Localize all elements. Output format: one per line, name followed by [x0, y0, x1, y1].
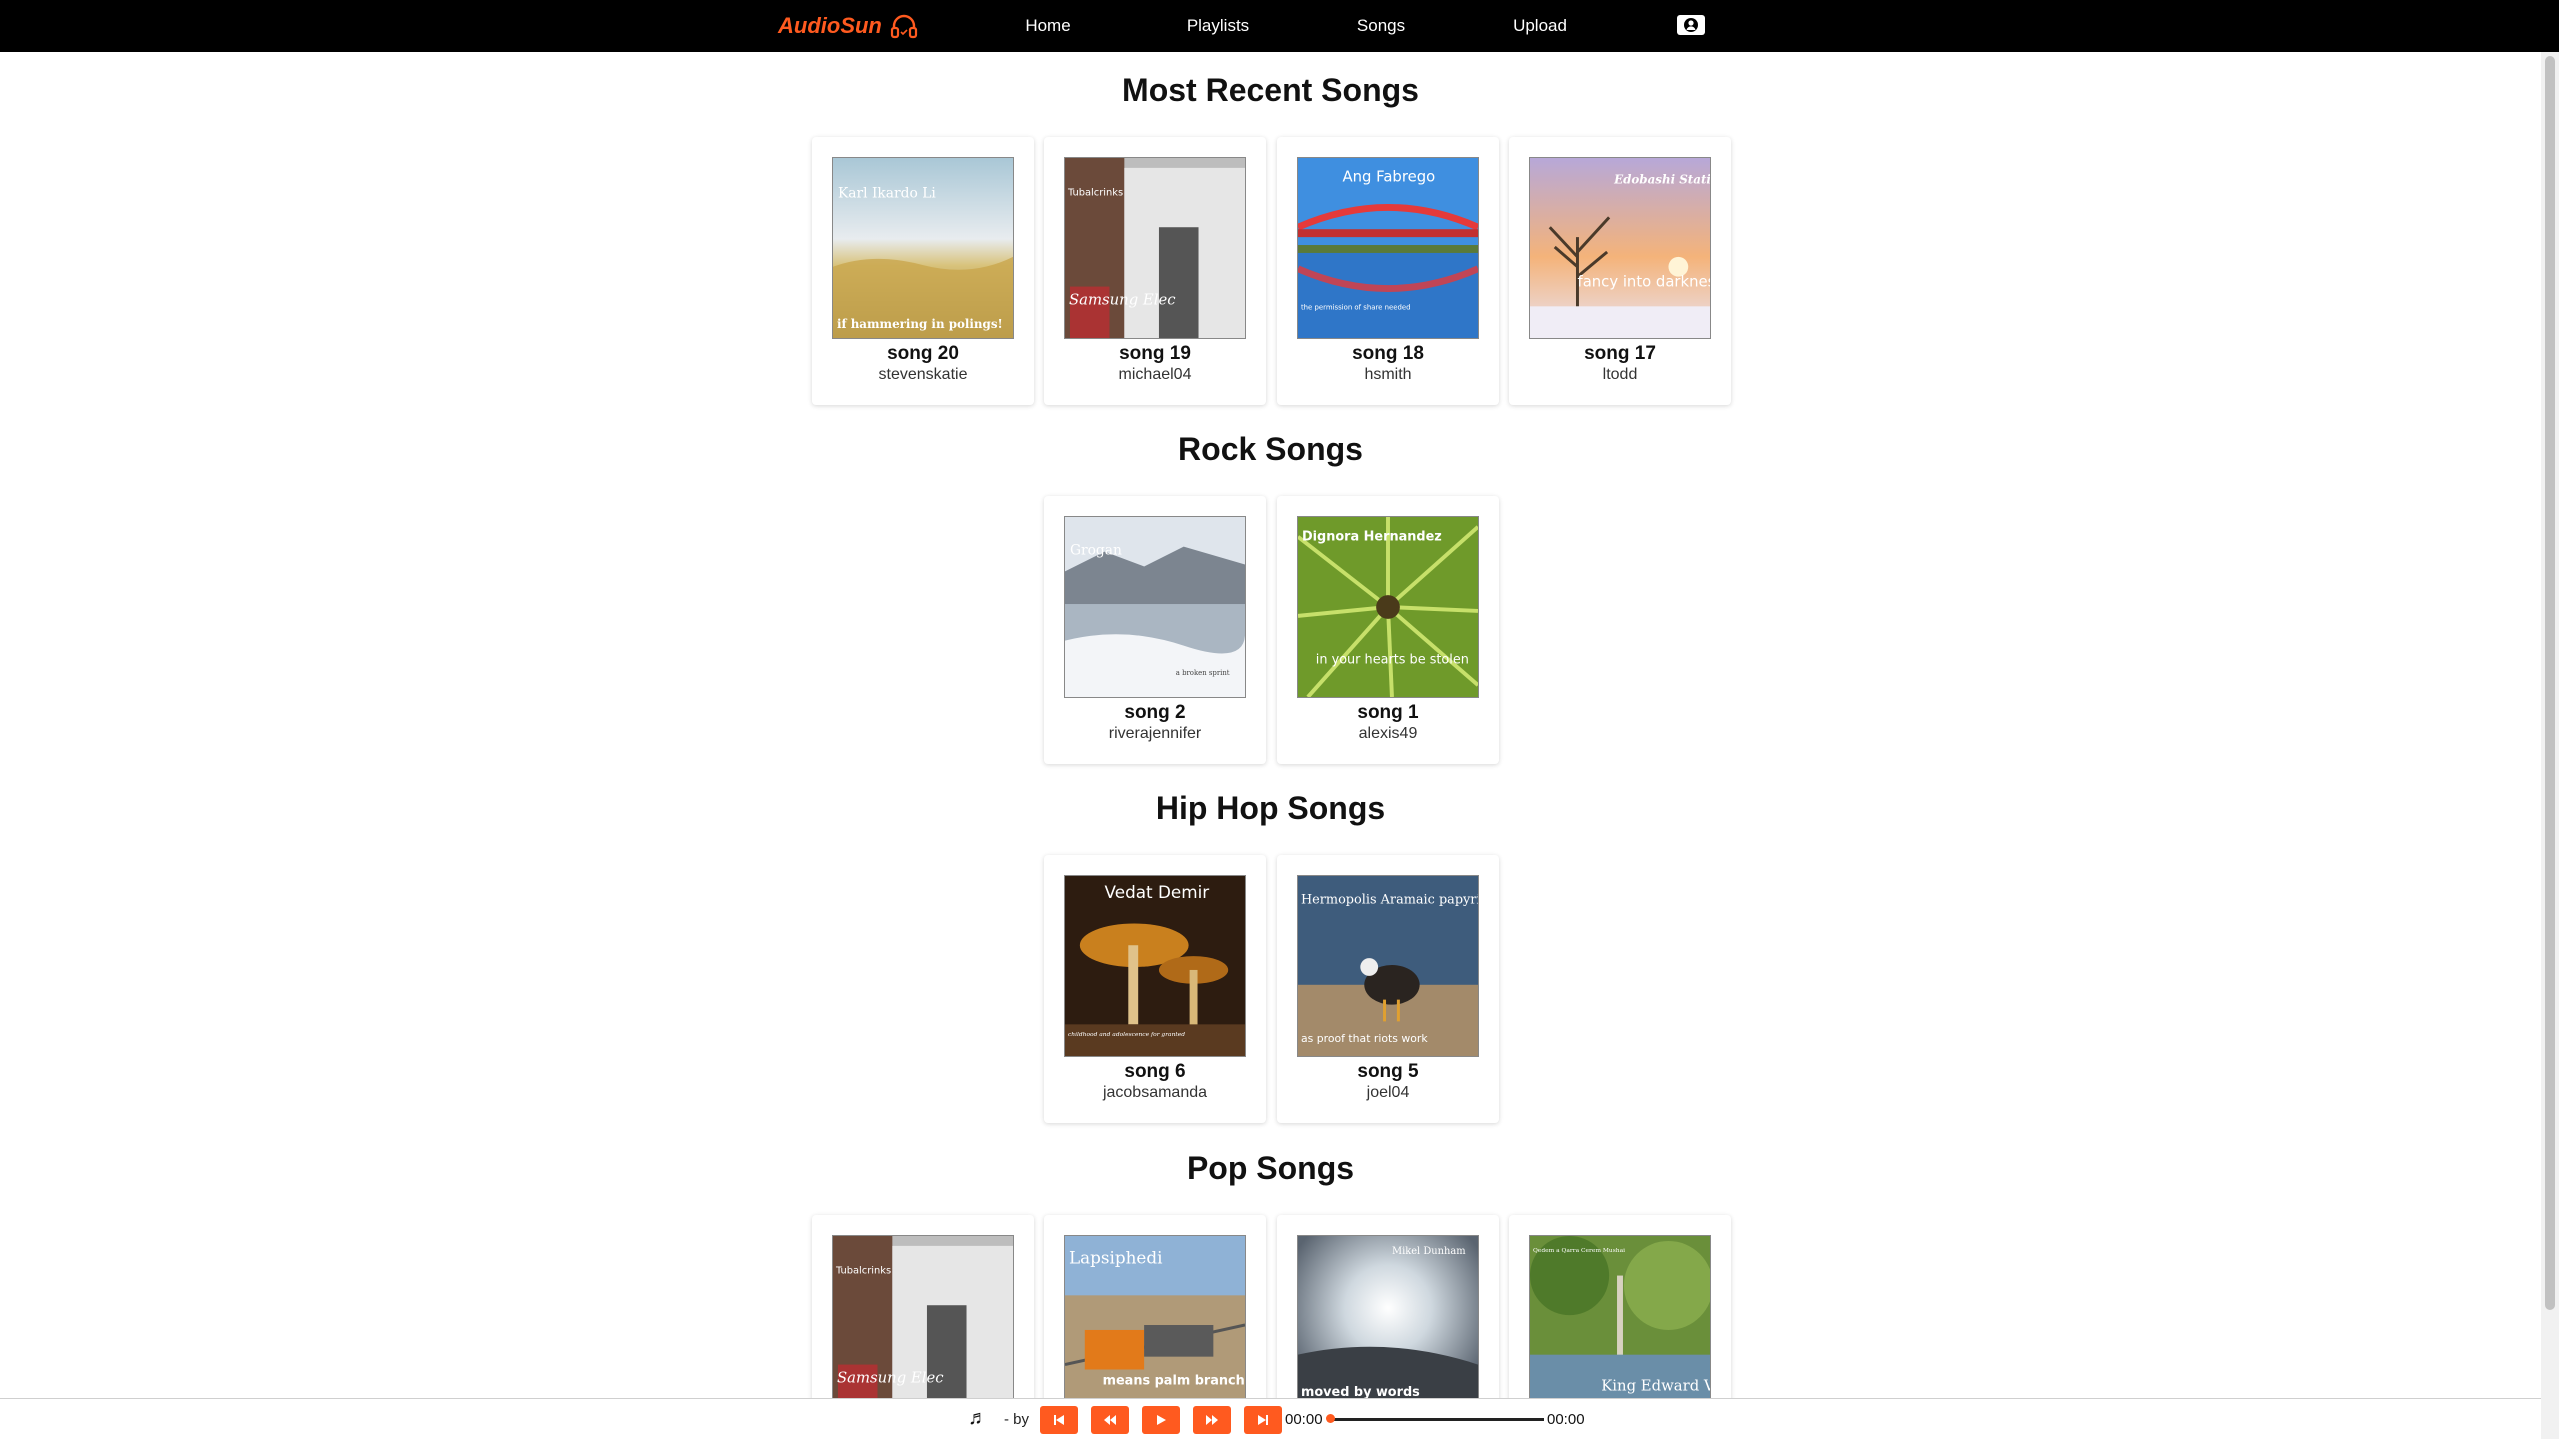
nav-link-home[interactable]: Home — [1025, 0, 1070, 52]
svg-text:Samsung Elec: Samsung Elec — [837, 1369, 944, 1386]
album-cover: Qedem a Qarra Cerem Mushai King Edward V… — [1529, 1235, 1711, 1417]
svg-text:Mikel Dunham: Mikel Dunham — [1392, 1246, 1466, 1257]
svg-text:Vedat Demir: Vedat Demir — [1105, 882, 1210, 902]
play-button[interactable] — [1142, 1406, 1180, 1434]
svg-text:Hermopolis Aramaic papyri: Hermopolis Aramaic papyri — [1301, 893, 1478, 908]
song-artist: hsmith — [1364, 366, 1412, 383]
album-cover: Dignora Hernandez in your hearts be stol… — [1297, 516, 1479, 698]
svg-text:Ang Fabrego: Ang Fabrego — [1343, 169, 1436, 186]
album-cover: Vedat Demir childhood and adolescence fo… — [1064, 875, 1246, 1057]
song-title: song 19 — [1119, 343, 1191, 364]
skip-start-button[interactable] — [1040, 1406, 1078, 1434]
nav-link-songs[interactable]: Songs — [1357, 0, 1405, 52]
seek-bar[interactable] — [1329, 1418, 1544, 1421]
song-card[interactable]: Edobashi Station fancy into darkness son… — [1509, 137, 1731, 405]
total-time: 00:00 — [1547, 1411, 1585, 1428]
svg-text:means palm branch: means palm branch — [1103, 1373, 1245, 1388]
song-artist: stevenskatie — [878, 366, 968, 383]
brand-name: AudioSun — [778, 13, 882, 38]
account-button[interactable] — [1677, 15, 1705, 35]
song-card[interactable]: Ang Fabrego the permission of share need… — [1277, 137, 1499, 405]
svg-text:a broken sprint: a broken sprint — [1176, 669, 1230, 677]
song-card[interactable]: Hermopolis Aramaic papyri as proof that … — [1277, 855, 1499, 1123]
song-artist: michael04 — [1118, 366, 1192, 383]
nav-link-playlists[interactable]: Playlists — [1187, 0, 1249, 52]
fast-forward-icon — [1206, 1415, 1218, 1425]
top-navbar: AudioSun Home Playlists Songs Upload — [0, 0, 2559, 52]
now-playing-meta: - by — [1004, 1411, 1030, 1428]
current-time: 00:00 — [1285, 1411, 1323, 1428]
svg-text:Grogan: Grogan — [1070, 543, 1122, 559]
album-cover: Hermopolis Aramaic papyri as proof that … — [1297, 875, 1479, 1057]
svg-text:Karl Ikardo Li: Karl Ikardo Li — [838, 186, 936, 202]
song-card[interactable]: Tubalcrinks Samsung Elec song 19 michael… — [1044, 137, 1266, 405]
song-artist: joel04 — [1366, 1084, 1410, 1101]
svg-text:the permission of share needed: the permission of share needed — [1301, 303, 1411, 311]
brand-logo[interactable]: AudioSun — [778, 0, 918, 52]
svg-text:Tubalcrinks: Tubalcrinks — [1067, 188, 1123, 199]
svg-text:Lapsiphedi: Lapsiphedi — [1069, 1248, 1163, 1268]
section-title-hip-hop: Hip Hop Songs — [1155, 790, 1386, 826]
song-artist: riverajennifer — [1108, 725, 1202, 742]
song-card[interactable]: Karl Ikardo Li if hammering in polings! … — [812, 137, 1034, 405]
section-title-pop: Pop Songs — [1186, 1150, 1355, 1186]
song-artist: ltodd — [1602, 366, 1638, 383]
svg-text:Tubalcrinks: Tubalcrinks — [835, 1266, 891, 1277]
nav-link-upload[interactable]: Upload — [1513, 0, 1567, 52]
skip-end-icon — [1258, 1415, 1268, 1425]
section-title-most-recent: Most Recent Songs — [1122, 72, 1419, 108]
album-cover: Ang Fabrego the permission of share need… — [1297, 157, 1479, 339]
svg-text:King Edward VII: King Edward VII — [1601, 1377, 1710, 1394]
play-icon — [1157, 1415, 1166, 1425]
skip-start-icon — [1054, 1415, 1064, 1425]
rewind-icon — [1104, 1415, 1116, 1425]
song-title: song 5 — [1357, 1061, 1419, 1082]
song-title: song 1 — [1357, 702, 1419, 723]
seek-handle[interactable] — [1326, 1414, 1335, 1423]
svg-text:Qedem a Qarra Cerem Mushai: Qedem a Qarra Cerem Mushai — [1533, 1247, 1625, 1254]
song-title: song 20 — [887, 343, 959, 364]
headphones-icon — [890, 14, 917, 39]
music-note-icon: ♬ — [968, 1407, 988, 1429]
svg-text:Dignora Hernandez: Dignora Hernandez — [1302, 530, 1442, 545]
album-cover: Karl Ikardo Li if hammering in polings! — [832, 157, 1014, 339]
account-icon — [1684, 18, 1698, 32]
album-cover: Edobashi Station fancy into darkness — [1529, 157, 1711, 339]
section-title-rock: Rock Songs — [1178, 431, 1363, 467]
page-scrollbar-thumb[interactable] — [2545, 56, 2555, 1310]
album-cover: Grogan a broken sprint — [1064, 516, 1246, 698]
song-artist: jacobsamanda — [1102, 1084, 1208, 1101]
song-card[interactable]: Vedat Demir childhood and adolescence fo… — [1044, 855, 1266, 1123]
svg-text:fancy into darkness: fancy into darkness — [1577, 274, 1710, 291]
svg-text:Edobashi Station: Edobashi Station — [1613, 173, 1710, 187]
svg-text:Samsung Elec: Samsung Elec — [1069, 291, 1176, 308]
fast-forward-button[interactable] — [1193, 1406, 1231, 1434]
song-card[interactable]: Grogan a broken sprint song 2 riverajenn… — [1044, 496, 1266, 764]
album-cover: Mikel Dunham moved by words — [1297, 1235, 1479, 1417]
song-artist: alexis49 — [1358, 725, 1418, 742]
rewind-button[interactable] — [1091, 1406, 1129, 1434]
svg-text:as proof that riots work: as proof that riots work — [1301, 1032, 1428, 1045]
audio-player-bar: ♬ - by 00:00 00:00 — [0, 1398, 2541, 1439]
song-title: song 17 — [1584, 343, 1656, 364]
song-title: song 18 — [1352, 343, 1424, 364]
album-cover: Lapsiphedi means palm branch — [1064, 1235, 1246, 1417]
skip-end-button[interactable] — [1244, 1406, 1282, 1434]
album-cover: Tubalcrinks Samsung Elec — [1064, 157, 1246, 339]
song-card[interactable]: Dignora Hernandez in your hearts be stol… — [1277, 496, 1499, 764]
svg-text:if hammering in polings!: if hammering in polings! — [837, 317, 1003, 331]
svg-text:childhood and adolescence for: childhood and adolescence for granted — [1068, 1031, 1185, 1038]
song-title: song 2 — [1124, 702, 1186, 723]
svg-text:in your hearts be stolen: in your hearts be stolen — [1316, 652, 1469, 667]
album-cover: Tubalcrinks Samsung Elec — [832, 1235, 1014, 1417]
song-title: song 6 — [1124, 1061, 1186, 1082]
